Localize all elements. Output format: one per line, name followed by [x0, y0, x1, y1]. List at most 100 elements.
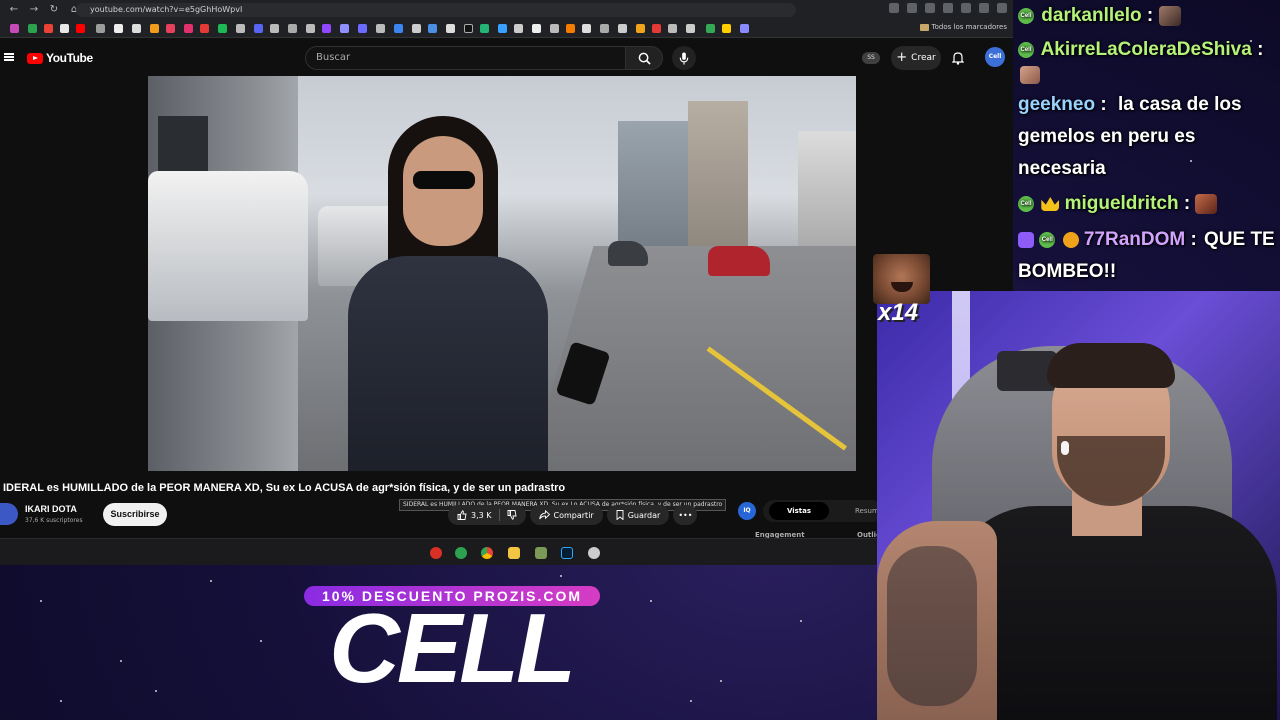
bookmark-icon[interactable]	[96, 24, 105, 33]
bookmark-star-icon[interactable]	[925, 3, 935, 13]
x-icon[interactable]	[60, 24, 69, 33]
bookmark-icon[interactable]	[358, 24, 367, 33]
account-avatar[interactable]: Cell	[985, 47, 1005, 67]
bookmark-icon[interactable]	[428, 24, 437, 33]
back-icon[interactable]: ←	[8, 4, 20, 16]
bookmark-icon[interactable]	[706, 24, 715, 33]
discord-icon[interactable]	[254, 24, 263, 33]
address-bar[interactable]: youtube.com/watch?v=e5gGhHoWpvI	[76, 3, 796, 17]
reload-icon[interactable]: ↻	[48, 4, 60, 16]
bookmark-icon[interactable]	[28, 24, 37, 33]
bookmark-icon[interactable]	[514, 24, 523, 33]
os-taskbar	[0, 538, 1013, 565]
profile-icon[interactable]	[997, 3, 1007, 13]
download-icon[interactable]	[979, 3, 989, 13]
bookmark-icon[interactable]	[376, 24, 385, 33]
chat-message: Cell darkanllelo :	[1018, 0, 1181, 32]
share-icon	[538, 510, 550, 520]
app-icon[interactable]	[455, 547, 467, 559]
file-explorer-icon[interactable]	[508, 547, 520, 559]
chat-message-text: QUE TE BOMBEO!!	[1018, 229, 1275, 282]
youtube-logo[interactable]: YouTube	[27, 51, 93, 65]
instagram-icon[interactable]	[184, 24, 193, 33]
zoom-icon[interactable]	[889, 3, 899, 13]
screenshot-icon[interactable]	[907, 3, 917, 13]
youtube-bookmark-icon[interactable]	[76, 24, 85, 33]
chat-message: Cell migueldritch :	[1018, 188, 1218, 220]
gmail-icon[interactable]	[44, 24, 53, 33]
bookmark-icon[interactable]	[652, 24, 661, 33]
bookmark-icon[interactable]	[686, 24, 695, 33]
bookmark-icon[interactable]	[566, 24, 575, 33]
streamer-logo-text: CELL	[329, 593, 576, 703]
video-player[interactable]	[148, 76, 856, 471]
bookmark-icon[interactable]	[446, 24, 455, 33]
like-button[interactable]: 3,3 K	[448, 505, 526, 525]
bookmark-icon[interactable]	[394, 24, 403, 33]
bookmark-icon[interactable]	[150, 24, 159, 33]
youtube-header: YouTube Buscar SS + Crear Cell	[0, 38, 1013, 76]
save-button[interactable]: Guardar	[606, 505, 670, 525]
channel-avatar[interactable]	[0, 503, 18, 525]
extension-icon[interactable]	[961, 3, 971, 13]
bookmark-icon[interactable]	[740, 24, 749, 33]
bookmark-icon[interactable]	[582, 24, 591, 33]
app-icon[interactable]	[430, 547, 442, 559]
app-icon[interactable]	[535, 547, 547, 559]
bookmarks-bar: Todos los marcadores	[0, 20, 1013, 38]
bookmark-icon[interactable]	[200, 24, 209, 33]
bookmark-icon[interactable]	[288, 24, 297, 33]
bookmark-icon[interactable]	[498, 24, 507, 33]
bookmark-icon[interactable]	[166, 24, 175, 33]
bookmark-icon[interactable]	[550, 24, 559, 33]
photoshop-icon[interactable]	[561, 547, 573, 559]
emote-combo: x14	[873, 254, 930, 328]
search-button[interactable]	[625, 46, 663, 70]
create-button[interactable]: + Crear	[891, 46, 941, 70]
bookmark-icon[interactable]	[600, 24, 609, 33]
webcam-feed	[877, 291, 1280, 720]
bookmark-icon[interactable]	[114, 24, 123, 33]
bookmark-icon[interactable]	[340, 24, 349, 33]
bookmark-icon[interactable]	[480, 24, 489, 33]
tab-vistas[interactable]: Vistas	[769, 502, 829, 520]
channel-name[interactable]: IKARI DOTA	[25, 504, 77, 514]
subscribe-button[interactable]: Suscribirse	[103, 503, 167, 526]
bookmark-icon[interactable]	[636, 24, 645, 33]
search-input[interactable]: Buscar	[305, 46, 625, 70]
voice-search-button[interactable]	[672, 46, 696, 70]
bookmark-icon[interactable]	[618, 24, 627, 33]
bookmark-icon[interactable]	[10, 24, 19, 33]
extension-icon[interactable]	[943, 3, 953, 13]
bookmark-icon[interactable]	[236, 24, 245, 33]
bookmarks-folder[interactable]: Todos los marcadores	[919, 23, 1007, 31]
share-button[interactable]: Compartir	[529, 505, 603, 525]
notifications-button[interactable]	[951, 50, 965, 69]
streamer-hair	[1047, 343, 1175, 388]
chat-separator: :	[1251, 39, 1264, 60]
bookmark-icon[interactable]	[464, 24, 473, 33]
app-icon[interactable]	[588, 547, 600, 559]
bookmark-icon[interactable]	[668, 24, 677, 33]
iq-extension-icon[interactable]: IQ	[738, 502, 756, 520]
video-frame-building	[688, 101, 748, 261]
extension-icons	[889, 3, 1007, 13]
bookmark-icon[interactable]	[532, 24, 541, 33]
more-actions-button[interactable]: •••	[673, 505, 698, 525]
tab-resumen[interactable]: Resum	[855, 502, 879, 520]
bell-icon	[951, 52, 965, 65]
chat-username: darkanllelo	[1041, 5, 1142, 26]
hamburger-menu-icon[interactable]	[4, 53, 14, 61]
twitch-icon[interactable]	[322, 24, 331, 33]
extension-badge[interactable]: SS	[862, 52, 880, 64]
bookmark-icon[interactable]	[412, 24, 421, 33]
bookmark-icon[interactable]	[270, 24, 279, 33]
bookmark-icon[interactable]	[132, 24, 141, 33]
bookmark-icon[interactable]	[306, 24, 315, 33]
forward-icon[interactable]: →	[28, 4, 40, 16]
bookmark-icon	[616, 510, 624, 520]
chrome-icon[interactable]	[481, 547, 493, 559]
thumbs-down-icon[interactable]	[507, 510, 517, 520]
bookmark-icon[interactable]	[722, 24, 731, 33]
bookmark-icon[interactable]	[218, 24, 227, 33]
